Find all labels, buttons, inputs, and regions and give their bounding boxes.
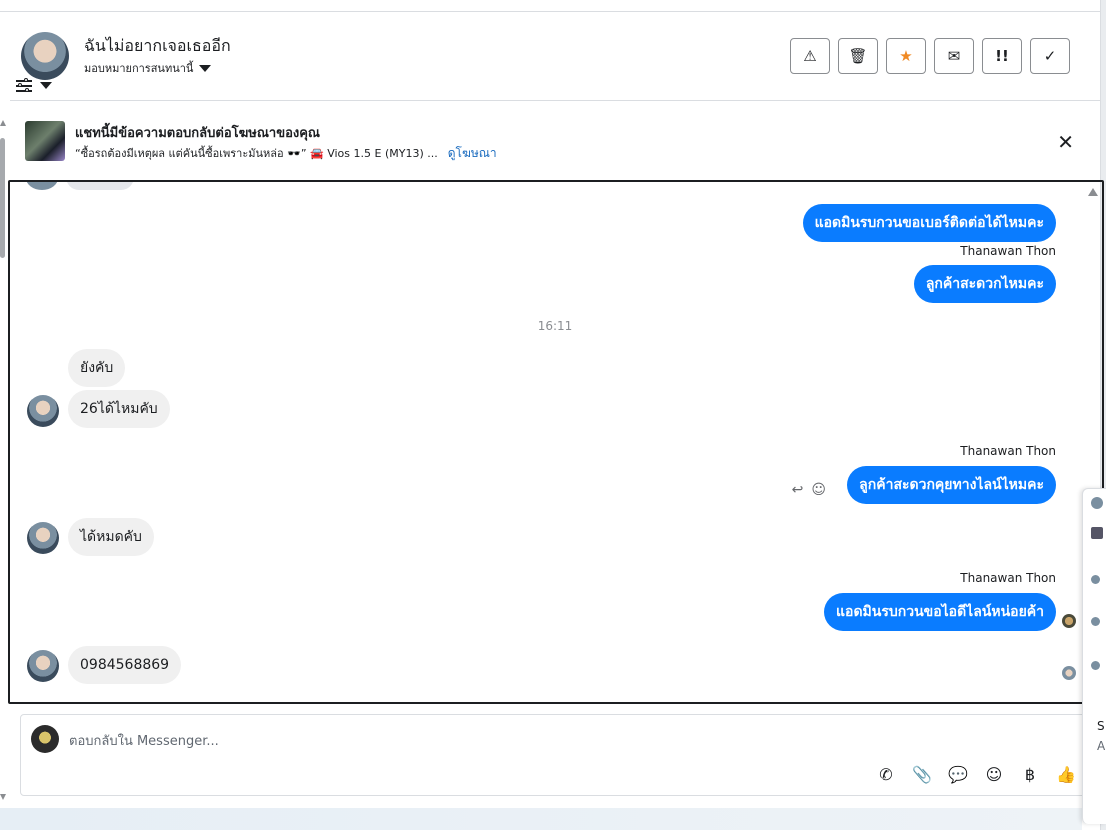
composer-toolbar: ✆ 📎 💬 ☺ ฿ 👍: [875, 763, 1077, 785]
avatar: [26, 182, 58, 190]
avatar: [31, 725, 59, 753]
mark-done-button[interactable]: ✓: [1030, 38, 1070, 74]
like-icon[interactable]: 👍: [1055, 763, 1077, 785]
scroll-down-icon[interactable]: [0, 794, 6, 800]
react-emoji-icon[interactable]: ☺: [811, 482, 826, 498]
message-bubble-outgoing[interactable]: แอดมินรบกวนขอเบอร์ติดต่อได้ไหมคะ: [802, 204, 1056, 242]
check-icon: ✓: [1043, 47, 1057, 65]
ad-banner-title: แชทนี้มีข้อความตอบกลับต่อโฆษณาของคุณ: [75, 126, 320, 141]
message-bubble-incoming[interactable]: 26ได้ไหมคับ: [68, 390, 170, 428]
sender-name: Thanawan Thon: [960, 444, 1056, 458]
message-bubble-incoming[interactable]: [66, 182, 134, 190]
timestamp: 16:11: [537, 319, 573, 333]
left-scrollbar[interactable]: [0, 110, 6, 810]
warning-icon: ⚠: [803, 47, 817, 65]
scroll-thumb[interactable]: [0, 138, 5, 258]
message-bubble-incoming[interactable]: 0984568869: [68, 646, 182, 684]
header-actions: ⚠ 🗑 ★ ✉ !! ✓: [790, 38, 1070, 74]
avatar[interactable]: [27, 522, 59, 554]
bottom-strip: [0, 808, 1082, 830]
mark-unread-button[interactable]: ✉: [934, 38, 974, 74]
seen-indicator-avatar: [1062, 666, 1076, 680]
view-ad-link[interactable]: ดูโฆษณา: [448, 144, 497, 163]
sender-name: Thanawan Thon: [960, 244, 1056, 258]
message-bubble-outgoing[interactable]: แอดมินรบกวนขอไอดีไลน์หน่อยค้า: [824, 593, 1056, 631]
reply-icon[interactable]: ↩: [792, 482, 804, 498]
ad-reply-banner: แชทนี้มีข้อความตอบกลับต่อโฆษณาของคุณ “ซื…: [10, 112, 1100, 170]
avatar: [1091, 617, 1100, 626]
assign-conversation-dropdown[interactable]: มอบหมายการสนทนานี้: [84, 59, 212, 77]
attach-icon[interactable]: 📎: [911, 763, 933, 785]
avatar: [1091, 661, 1100, 670]
message-tools: ↩ ☺: [792, 482, 826, 498]
call-add-icon[interactable]: ✆: [875, 763, 897, 785]
filter-dropdown[interactable]: [16, 78, 52, 92]
seen-indicator-avatar: [1062, 614, 1076, 628]
message-bubble-outgoing[interactable]: ลูกค้าสะดวกไหมคะ: [913, 265, 1056, 303]
side-panel-text: S: [1097, 719, 1105, 733]
ad-thumbnail: [1091, 527, 1103, 539]
contact-name[interactable]: ฉันไม่อยากเจอเธออีก: [84, 34, 231, 59]
star-icon: ★: [899, 47, 913, 65]
avatar: [1091, 575, 1100, 584]
sliders-icon: [16, 78, 32, 92]
chevron-down-icon: [199, 64, 212, 72]
delete-button[interactable]: 🗑: [838, 38, 878, 74]
baht-icon[interactable]: ฿: [1019, 763, 1041, 785]
avatar[interactable]: [21, 32, 69, 80]
message-bubble-outgoing[interactable]: ลูกค้าสะดวกคุยทางไลน์ไหมคะ: [847, 466, 1056, 504]
avatar[interactable]: [27, 395, 59, 427]
ad-banner-subtitle: “ซื้อรถต้องมีเหตุผล แต่คันนี้ซื้อเพราะมั…: [75, 144, 497, 163]
assign-label: มอบหมายการสนทนานี้: [84, 62, 194, 75]
side-popup-panel[interactable]: S A: [1082, 488, 1106, 824]
message-bubble-incoming[interactable]: ได้หมดคับ: [68, 518, 154, 556]
message-bubble-incoming[interactable]: ยังคับ: [68, 349, 126, 387]
conversation-header: ฉันไม่อยากเจอเธออีก มอบหมายการสนทนานี้ ⚠…: [10, 12, 1100, 101]
emoji-icon[interactable]: ☺: [983, 763, 1005, 785]
avatar[interactable]: [27, 650, 59, 682]
follow-up-button[interactable]: !!: [982, 38, 1022, 74]
sender-name: Thanawan Thon: [960, 571, 1056, 585]
report-spam-button[interactable]: ⚠: [790, 38, 830, 74]
page: ฉันไม่อยากเจอเธออีก มอบหมายการสนทนานี้ ⚠…: [0, 0, 1106, 830]
trash-icon: 🗑: [848, 47, 868, 65]
message-composer: ✆ 📎 💬 ☺ ฿ 👍: [20, 714, 1086, 796]
avatar: [1091, 497, 1103, 509]
saved-reply-icon[interactable]: 💬: [947, 763, 969, 785]
envelope-open-icon: ✉: [947, 47, 961, 65]
chat-scroll-up-icon[interactable]: [1088, 188, 1098, 196]
ad-thumbnail[interactable]: [25, 121, 65, 161]
star-button[interactable]: ★: [886, 38, 926, 74]
chevron-down-icon: [40, 81, 52, 89]
close-icon[interactable]: ✕: [1057, 130, 1074, 154]
scroll-up-icon[interactable]: [0, 120, 6, 126]
message-thread[interactable]: แอดมินรบกวนขอเบอร์ติดต่อได้ไหมคะ Thanawa…: [8, 180, 1104, 704]
reply-input[interactable]: [69, 731, 769, 751]
side-panel-text: A: [1097, 739, 1106, 753]
exclamation-icon: !!: [995, 47, 1009, 65]
top-divider: [0, 0, 1100, 12]
ad-caption: “ซื้อรถต้องมีเหตุผล แต่คันนี้ซื้อเพราะมั…: [75, 147, 438, 160]
